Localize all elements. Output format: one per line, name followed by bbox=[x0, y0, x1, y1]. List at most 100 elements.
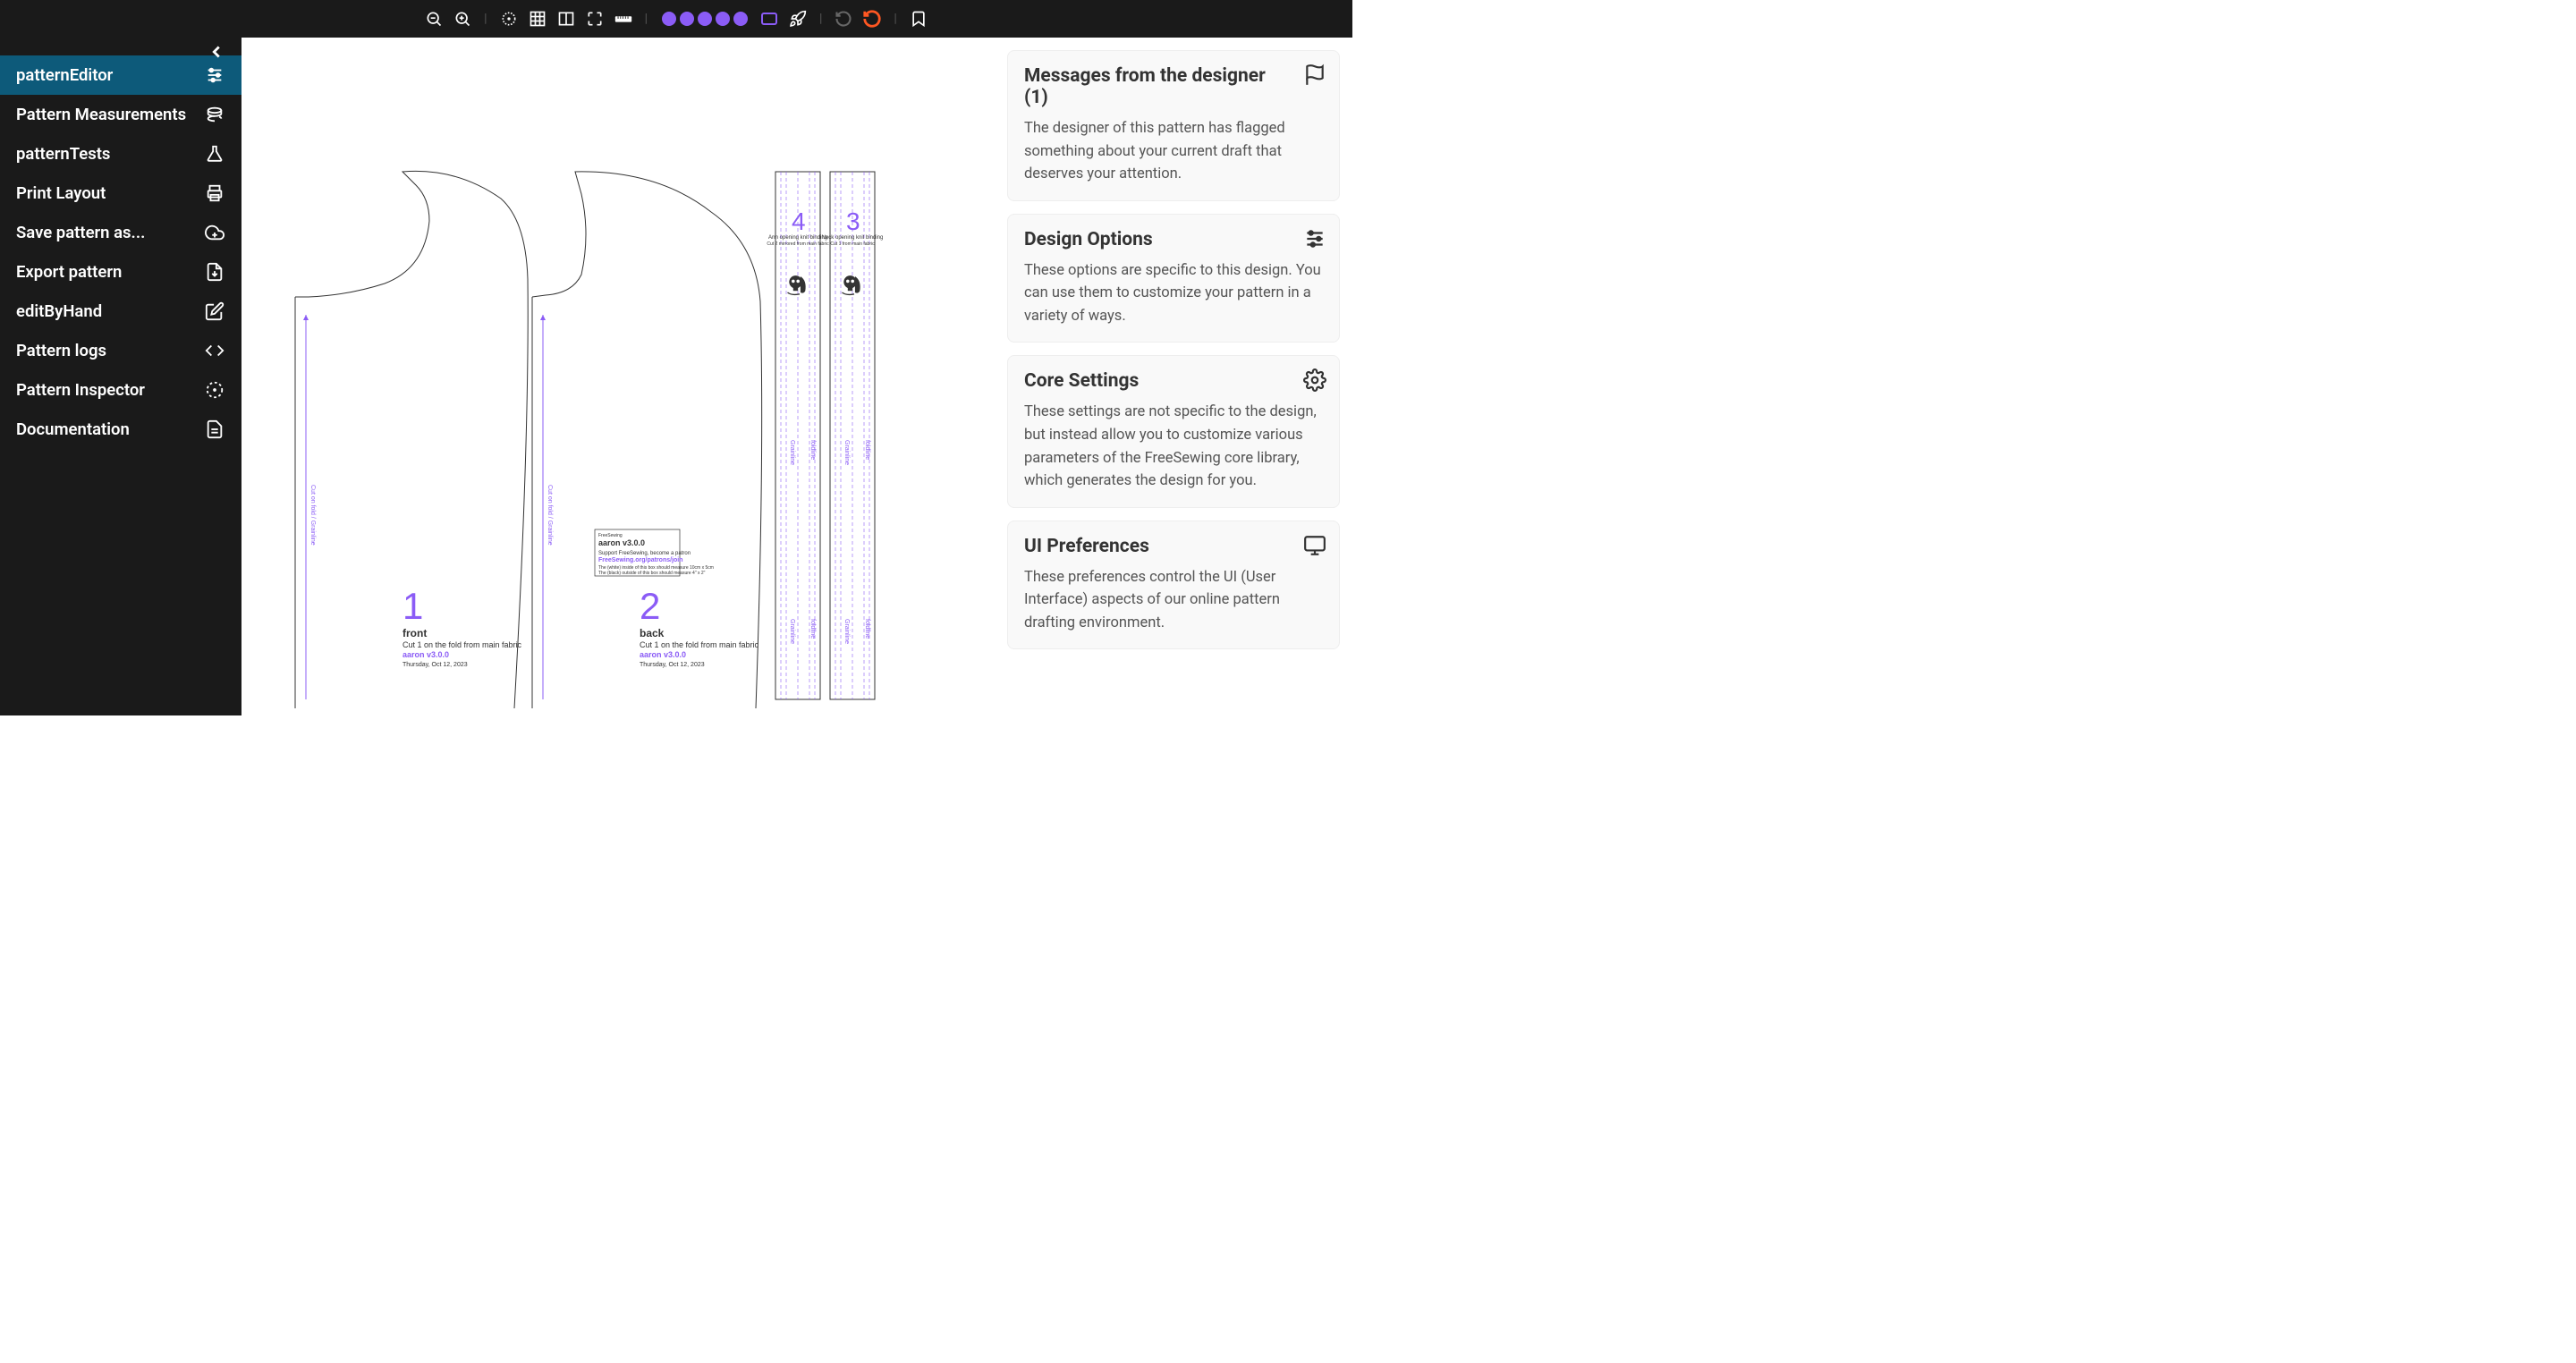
sliders-icon bbox=[1303, 227, 1326, 250]
top-toolbar: | | | | bbox=[0, 0, 1352, 38]
piece-name: Arm opening knit binding bbox=[768, 235, 827, 241]
card-body: These options are specific to this desig… bbox=[1024, 259, 1323, 328]
piece-cut: Cut 1 on the fold from main fabric bbox=[402, 640, 522, 649]
right-panel: Messages from the designer (1) The desig… bbox=[995, 38, 1352, 715]
dot-1[interactable] bbox=[662, 12, 676, 26]
sidebar-label: patternTests bbox=[16, 144, 110, 164]
split-view-button[interactable] bbox=[554, 6, 579, 31]
code-icon bbox=[204, 340, 225, 361]
piece-number: 3 bbox=[846, 207, 860, 235]
ruler-button[interactable] bbox=[611, 6, 636, 31]
monitor-icon bbox=[1303, 534, 1326, 557]
sidebar-label: Pattern Inspector bbox=[16, 380, 145, 400]
card-core-settings[interactable]: Core Settings These settings are not spe… bbox=[1007, 355, 1340, 507]
card-messages[interactable]: Messages from the designer (1) The desig… bbox=[1007, 50, 1340, 201]
card-title: Core Settings bbox=[1024, 370, 1323, 392]
piece-number: 1 bbox=[402, 585, 423, 627]
svg-text:Grainline: Grainline bbox=[843, 619, 850, 644]
card-title: Messages from the designer (1) bbox=[1024, 65, 1323, 108]
zoom-out-button[interactable] bbox=[421, 6, 446, 31]
expand-button[interactable] bbox=[582, 6, 607, 31]
sidebar-label: Pattern Measurements bbox=[16, 105, 186, 124]
svg-text:Grainline: Grainline bbox=[789, 619, 795, 644]
pattern-canvas[interactable]: Cut on fold / Grainline 1 front Cut 1 on… bbox=[242, 38, 995, 715]
edit-icon bbox=[204, 301, 225, 322]
card-design-options[interactable]: Design Options These options are specifi… bbox=[1007, 214, 1340, 343]
download-icon bbox=[204, 261, 225, 283]
infobox-support: Support FreeSewing, become a patron bbox=[598, 551, 691, 556]
doc-icon bbox=[204, 419, 225, 440]
piece-name: front bbox=[402, 627, 427, 639]
piece-date: Thursday, Oct 12, 2023 bbox=[640, 662, 705, 668]
sidebar-item-print[interactable]: Print Layout bbox=[0, 174, 242, 213]
gear-icon bbox=[1303, 368, 1326, 392]
focus-icon bbox=[204, 379, 225, 401]
piece-name: Neck opening knit binding bbox=[822, 235, 884, 241]
piece-cut: Cut 1 from main fabric bbox=[830, 241, 875, 247]
rocket-button[interactable] bbox=[785, 6, 810, 31]
sidebar-item-export[interactable]: Export pattern bbox=[0, 252, 242, 292]
sidebar-item-logs[interactable]: Pattern logs bbox=[0, 331, 242, 370]
infobox-title: aaron v3.0.0 bbox=[598, 538, 645, 547]
color-dots[interactable] bbox=[662, 12, 748, 26]
bookmark-button[interactable] bbox=[906, 6, 931, 31]
piece-version: aaron v3.0.0 bbox=[402, 650, 449, 659]
svg-text:foldline: foldline bbox=[809, 440, 816, 460]
flask-icon bbox=[204, 143, 225, 165]
dot-5[interactable] bbox=[733, 12, 748, 26]
sidebar-label: Documentation bbox=[16, 419, 130, 439]
svg-text:Grainline: Grainline bbox=[789, 440, 795, 465]
infobox-note2: The (black) outside of this box should m… bbox=[598, 571, 706, 576]
grid-button[interactable] bbox=[525, 6, 550, 31]
card-title: UI Preferences bbox=[1024, 536, 1323, 557]
svg-text:foldline: foldline bbox=[864, 440, 870, 460]
undo-grey-button[interactable] bbox=[831, 6, 856, 31]
grainline-label: Cut on fold / Grainline bbox=[309, 485, 316, 546]
left-sidebar: patternEditor Pattern Measurements patte… bbox=[0, 38, 242, 715]
flag-icon bbox=[1303, 63, 1326, 87]
svg-text:foldline: foldline bbox=[864, 619, 870, 639]
grainline-label: Cut on fold / Grainline bbox=[547, 485, 553, 546]
toolbar-separator: | bbox=[484, 12, 487, 26]
sidebar-label: Export pattern bbox=[16, 262, 122, 282]
infobox-link: FreeSewing.org/patrons/join bbox=[598, 557, 683, 563]
sidebar-item-save[interactable]: Save pattern as... bbox=[0, 213, 242, 252]
dot-2[interactable] bbox=[680, 12, 694, 26]
card-title: Design Options bbox=[1024, 229, 1323, 250]
dot-4[interactable] bbox=[716, 12, 730, 26]
svg-text:foldline: foldline bbox=[809, 619, 816, 639]
sidebar-label: Print Layout bbox=[16, 183, 106, 203]
card-body: These preferences control the UI (User I… bbox=[1024, 566, 1323, 635]
sidebar-item-edit[interactable]: editByHand bbox=[0, 292, 242, 331]
piece-cut: Cut 1 on the fold from main fabric bbox=[640, 640, 759, 649]
svg-text:Grainline: Grainline bbox=[843, 440, 850, 465]
sidebar-item-inspector[interactable]: Pattern Inspector bbox=[0, 370, 242, 410]
piece-number: 4 bbox=[792, 207, 806, 235]
toolbar-separator: | bbox=[894, 12, 896, 26]
piece-version: aaron v3.0.0 bbox=[640, 650, 686, 659]
pattern-svg: Cut on fold / Grainline 1 front Cut 1 on… bbox=[242, 38, 995, 715]
piece-cut: Cut 2 mirrored from main fabric bbox=[767, 241, 829, 247]
sidebar-label: Pattern logs bbox=[16, 341, 106, 360]
sidebar-label: Save pattern as... bbox=[16, 223, 145, 242]
target-button[interactable] bbox=[496, 6, 521, 31]
sidebar-item-measurements[interactable]: Pattern Measurements bbox=[0, 95, 242, 134]
piece-number: 2 bbox=[640, 585, 660, 627]
sidebar-label: patternEditor bbox=[16, 65, 113, 85]
zoom-in-button[interactable] bbox=[450, 6, 475, 31]
card-body: These settings are not specific to the d… bbox=[1024, 401, 1323, 492]
dot-3[interactable] bbox=[698, 12, 712, 26]
piece-date: Thursday, Oct 12, 2023 bbox=[402, 662, 468, 668]
sidebar-collapse-button[interactable] bbox=[200, 38, 233, 68]
undo-orange-button[interactable] bbox=[860, 6, 885, 31]
toolbar-separator: | bbox=[645, 12, 648, 26]
sidebar-label: editByHand bbox=[16, 301, 102, 321]
toolbar-separator: | bbox=[819, 12, 822, 26]
rect-tool-button[interactable] bbox=[757, 6, 782, 31]
cloud-icon bbox=[204, 222, 225, 243]
printer-icon bbox=[204, 182, 225, 204]
sidebar-item-docs[interactable]: Documentation bbox=[0, 410, 242, 449]
spool-icon bbox=[204, 104, 225, 125]
card-ui-prefs[interactable]: UI Preferences These preferences control… bbox=[1007, 521, 1340, 650]
sidebar-item-tests[interactable]: patternTests bbox=[0, 134, 242, 174]
